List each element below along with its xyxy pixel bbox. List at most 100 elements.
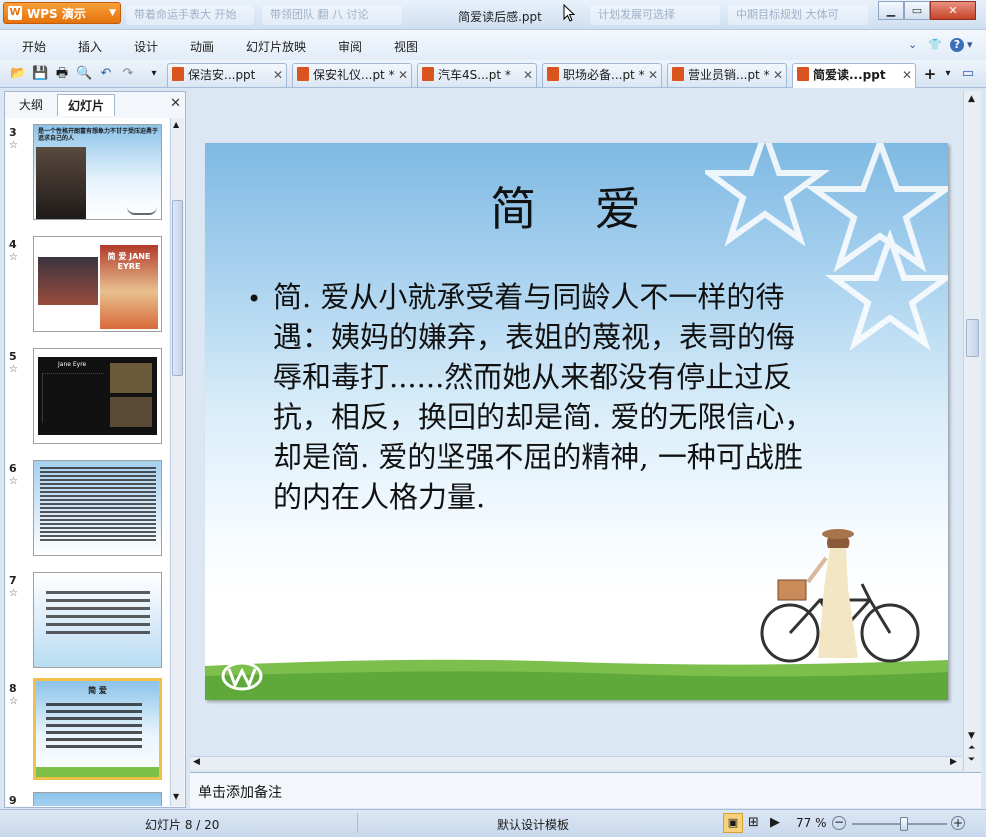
zoom-out-icon[interactable]: − [832,816,846,830]
zoom-slider-handle[interactable] [900,817,909,831]
close-tab-icon[interactable]: ✕ [902,64,912,86]
tab-slides[interactable]: 幻灯片 [57,94,115,116]
doc-tab[interactable]: 汽车4S...pt * ✕ [417,63,537,87]
close-tab-icon[interactable]: ✕ [523,64,533,86]
menu-review[interactable]: 审阅 [338,38,362,55]
print-icon[interactable]: 🖶 [54,66,70,82]
menu-view[interactable]: 视图 [394,38,418,55]
scroll-up-icon[interactable]: ▲ [173,120,179,129]
tab-outline[interactable]: 大纲 [7,94,55,116]
collapse-ribbon-icon[interactable]: ⌄ [908,38,917,51]
help-icon[interactable]: ? [950,38,964,52]
background-tab[interactable]: 带领团队 翻 八 讨论 [262,5,402,25]
close-tab-icon[interactable]: ✕ [773,64,783,86]
ppt-file-icon [172,67,184,81]
editor-horizontal-scrollbar[interactable]: ◀ ▶ [190,756,962,770]
slide-thumbnail[interactable]: 简 爱 JANE EYRE [33,236,162,332]
thumbnail-number: 3 [9,126,17,139]
notes-pane[interactable]: 单击添加备注 [190,772,981,808]
normal-view-icon[interactable]: ▣ [723,813,743,833]
close-tab-icon[interactable]: ✕ [398,64,408,86]
slide-thumbnail[interactable]: Jane Eyre [33,348,162,444]
status-bar: 幻灯片 8 / 20 默认设计模板 ▣ ⊞ ▶ 77 % − + [0,809,986,837]
current-slide[interactable]: 简 爱 • 简. 爱从小就承受着与同龄人不一样的待遇：姨妈的嫌弃，表姐的蔑视，表… [205,143,948,700]
slide-sorter-icon[interactable]: ⊞ [748,815,759,830]
thumbnail-number: 6 [9,462,17,475]
doc-tab[interactable]: 职场必备...pt * ✕ [542,63,662,87]
thumbnail-image [110,363,152,393]
next-slide-icon[interactable]: ⏷ [968,755,975,765]
thumbnail-number: 8 [9,682,17,695]
background-tab[interactable]: 中期目标规划 大体可 [728,5,868,25]
slide-thumbnail-selected[interactable]: 简 爱 [33,678,162,780]
background-tab[interactable]: 计划发展可选择 [590,5,720,25]
scroll-down-icon[interactable]: ▼ [968,731,975,741]
thumbnail-number: 5 [9,350,17,363]
minimize-button[interactable]: ▁ [878,1,904,20]
menu-animation[interactable]: 动画 [190,38,214,55]
previous-slide-icon[interactable]: ⏶ [968,743,975,753]
save-icon[interactable]: 💾 [32,66,48,82]
thumbnail-image [110,397,152,427]
close-window-button[interactable]: ✕ [930,1,976,20]
doc-tab[interactable]: 保安礼仪...pt * ✕ [292,63,412,87]
wps-app-menu-button[interactable]: W WPS 演示 ▼ [3,2,121,24]
close-tab-icon[interactable]: ✕ [273,64,283,86]
thumbnail-image [38,257,98,305]
skin-icon[interactable]: 👕 [928,38,942,51]
scroll-left-icon[interactable]: ◀ [193,757,200,767]
quick-access-dropdown-icon[interactable]: ▾ [146,66,162,82]
notes-placeholder[interactable]: 单击添加备注 [198,782,282,802]
scrollbar-thumb[interactable] [172,200,183,376]
tab-list-dropdown-icon[interactable]: ▾ [940,66,956,82]
slide-thumbnail[interactable] [33,460,162,556]
slide-body-text[interactable]: 简. 爱从小就承受着与同龄人不一样的待遇：姨妈的嫌弃，表姐的蔑视，表哥的侮辱和毒… [273,277,821,517]
doc-tab-label: 汽车4S...pt * [438,68,511,82]
open-icon[interactable]: 📂 [10,66,26,82]
thumbnail-image [36,147,86,219]
maximize-button[interactable]: ▭ [904,1,930,20]
slide-title[interactable]: 简 爱 [205,173,948,239]
scroll-down-icon[interactable]: ▼ [173,792,179,801]
slide-thumbnail[interactable]: 是一个性格开朗富有想象力不甘于受压迫勇于追求自己的人 [33,124,162,220]
thumbnail-background: Jane Eyre [38,357,157,435]
doc-tab-label: 简爱读...ppt [813,68,886,82]
thumbnail-scrollbar[interactable]: ▲ ▼ [170,118,184,806]
ppt-file-icon [547,67,559,81]
menu-design[interactable]: 设计 [134,38,158,55]
help-dropdown-icon[interactable]: ▾ [967,38,973,51]
slide-thumbnail[interactable] [33,572,162,668]
undo-icon[interactable]: ↶ [98,66,114,82]
new-tab-icon[interactable]: + [922,66,938,82]
bicycle-icon [127,199,157,215]
slideshow-icon[interactable]: ▶ [770,815,780,830]
doc-tab-label: 保安礼仪...pt * [313,68,395,82]
doc-tab-label: 保洁安...ppt [188,68,256,82]
doc-tab[interactable]: 保洁安...ppt ✕ [167,63,287,87]
slides-panel: 大纲 幻灯片 ✕ 3 ☆ 是一个性格开朗富有想象力不甘于受压迫勇于追求自己的人 … [4,91,186,808]
thumbnail-text: 是一个性格开朗富有想象力不甘于受压迫勇于追求自己的人 [38,128,159,142]
thumbnail-bullets [42,373,104,423]
window-layout-icon[interactable]: ▭ [960,66,976,82]
redo-icon[interactable]: ↷ [120,66,136,82]
doc-tab-active[interactable]: 简爱读...ppt ✕ [792,63,916,88]
menu-bar: 开始 插入 设计 动画 幻灯片放映 审阅 视图 ⌄ 👕 ? ▾ [0,30,986,60]
title-bar: W WPS 演示 ▼ 带着命运手表大 开始 带领团队 翻 八 讨论 计划发展可选… [0,0,986,30]
mouse-cursor-icon [563,4,575,22]
doc-tab[interactable]: 营业员销...pt * ✕ [667,63,787,87]
menu-insert[interactable]: 插入 [78,38,102,55]
slide-thumbnail[interactable] [33,792,162,806]
print-preview-icon[interactable]: 🔍 [76,66,92,82]
scroll-right-icon[interactable]: ▶ [950,757,957,767]
menu-slideshow[interactable]: 幻灯片放映 [246,38,306,55]
scroll-up-icon[interactable]: ▲ [968,94,975,104]
close-tab-icon[interactable]: ✕ [648,64,658,86]
close-panel-icon[interactable]: ✕ [170,96,181,111]
zoom-in-icon[interactable]: + [951,816,965,830]
editor-vertical-scrollbar[interactable]: ▲ ▼ ⏶ ⏷ [963,91,981,771]
ppt-file-icon [297,67,309,81]
scrollbar-thumb[interactable] [966,319,979,357]
menu-home[interactable]: 开始 [22,38,46,55]
thumbnail-number: 4 [9,238,17,251]
background-tab[interactable]: 带着命运手表大 开始 [126,5,254,25]
